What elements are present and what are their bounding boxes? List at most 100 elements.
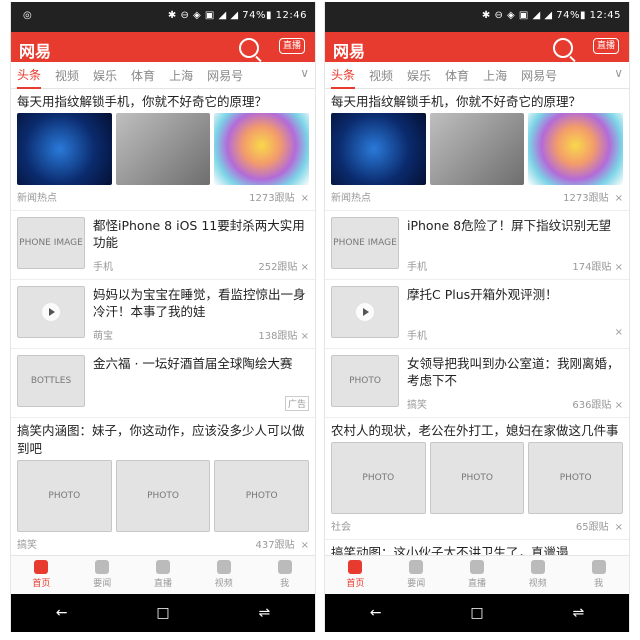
nav-label: 我 (280, 579, 290, 589)
tab-toutiao[interactable]: 头条 (17, 62, 42, 89)
status-left: ◎ (23, 10, 32, 21)
color-tree-image (214, 113, 310, 185)
channel-tabs: 头条 视频 娱乐 体育 上海 网易号 ∨ (325, 62, 629, 89)
tab-video[interactable]: 视频 (369, 63, 393, 88)
chevron-down-icon[interactable]: ∨ (300, 66, 309, 80)
article-meta: 新闻热点 1273跟贴 × (11, 185, 315, 211)
tab-entertainment[interactable]: 娱乐 (93, 63, 117, 88)
close-icon[interactable]: × (615, 327, 623, 342)
tab-wangyihao[interactable]: 网易号 (521, 63, 557, 88)
comment-count: 1273跟贴 (249, 193, 295, 204)
article-meta: 社会 65跟贴 × (325, 514, 629, 540)
list-item[interactable]: PHOTO 女领导把我叫到办公室道：我刚离婚，考虑下不 搞笑 636跟贴 × (325, 349, 629, 418)
article-source: 手机 (93, 262, 113, 273)
list-item[interactable]: PHONE IMAGE iPhone 8危险了！屏下指纹识别无望 手机 174跟… (325, 211, 629, 280)
app-header: 网易 直播 (325, 32, 629, 62)
phone-screen-left: ◎ ✱ ⊖ ◈ ▣ ◢ ◢ 74%▮ 12:46 网易 直播 头条 视频 娱乐 … (10, 2, 316, 632)
nav-me[interactable]: 我 (568, 556, 629, 594)
tab-wangyihao[interactable]: 网易号 (207, 63, 243, 88)
article-meta: 新闻热点 1273跟贴 × (325, 185, 629, 211)
article-title: 都怪iPhone 8 iOS 11要封杀两大实用功能 (93, 218, 305, 250)
list-item[interactable]: 妈妈以为宝宝在睡觉，看监控惊出一身冷汗！本事了我的娃 萌宝 138跟贴 × (11, 280, 315, 349)
phone-hand-image (115, 113, 211, 185)
close-icon[interactable]: × (297, 331, 309, 342)
article-source: 手机 (407, 262, 427, 273)
article-title[interactable]: 每天用指纹解锁手机，你就不好奇它的原理？ (11, 89, 315, 113)
comment-count: 65跟贴 (575, 522, 609, 533)
search-icon[interactable] (239, 38, 259, 58)
close-icon[interactable]: × (615, 522, 623, 533)
user-icon (277, 560, 292, 574)
color-tree-image (528, 113, 624, 185)
tab-entertainment[interactable]: 娱乐 (407, 63, 431, 88)
list-item-ad[interactable]: BOTTLES 金六福 · 一坛好酒首届全球陶绘大赛 广告 (11, 349, 315, 418)
list-item[interactable]: PHONE IMAGE 都怪iPhone 8 iOS 11要封杀两大实用功能 手… (11, 211, 315, 280)
article-title[interactable]: 每天用指纹解锁手机，你就不好奇它的原理？ (325, 89, 629, 113)
article-title: iPhone 8危险了！屏下指纹识别无望 (407, 218, 612, 233)
live-button[interactable]: 直播 (593, 38, 619, 54)
close-icon[interactable]: × (611, 400, 623, 411)
search-icon[interactable] (553, 38, 573, 58)
brand-logo: 网易 (19, 42, 52, 61)
image-row[interactable] (325, 113, 629, 185)
fingerprint-image (17, 113, 112, 185)
image-row[interactable]: PHOTO PHOTO PHOTO (325, 442, 629, 514)
recents-icon[interactable]: ⇌ (257, 606, 271, 620)
tab-sports[interactable]: 体育 (445, 63, 469, 88)
nav-news[interactable]: 要闻 (386, 556, 447, 594)
recents-icon[interactable]: ⇌ (571, 606, 585, 620)
nav-video[interactable]: 视频 (507, 556, 568, 594)
nav-label: 我 (594, 579, 604, 589)
play-icon (356, 303, 374, 321)
back-icon[interactable]: ← (369, 606, 383, 620)
phone-hand-image (429, 113, 525, 185)
article-title: 摩托C Plus开箱外观评测！ (407, 287, 558, 302)
close-icon[interactable]: × (297, 262, 309, 273)
tab-video[interactable]: 视频 (55, 63, 79, 88)
phone-screen-right: ✱ ⊖ ◈ ▣ ◢ ◢ 74%▮ 12:45 网易 直播 头条 视频 娱乐 体育… (324, 2, 630, 632)
woman-pose-image: PHOTO (17, 460, 112, 532)
tab-toutiao[interactable]: 头条 (331, 62, 356, 89)
close-icon[interactable]: × (611, 262, 623, 273)
nav-news[interactable]: 要闻 (72, 556, 133, 594)
article-title: 妈妈以为宝宝在睡觉，看监控惊出一身冷汗！本事了我的娃 (93, 287, 306, 319)
baby-video-image (17, 286, 85, 338)
nav-video[interactable]: 视频 (193, 556, 254, 594)
nav-home[interactable]: 首页 (325, 556, 386, 594)
article-title[interactable]: 搞笑内涵图：妹子，你这动作，应该没多少人可以做到吧 (11, 418, 315, 460)
image-row[interactable] (11, 113, 315, 185)
close-icon[interactable]: × (615, 193, 623, 204)
article-title: 金六福 · 一坛好酒首届全球陶绘大赛 (93, 356, 293, 371)
comment-count: 174跟贴 (572, 262, 612, 273)
article-title[interactable]: 农村人的现状，老公在外打工，媳妇在家做这几件事 (325, 418, 629, 442)
camera-icon (469, 560, 484, 574)
chevron-down-icon[interactable]: ∨ (614, 66, 623, 80)
nav-live[interactable]: 直播 (133, 556, 194, 594)
status-right: ✱ ⊖ ◈ ▣ ◢ ◢ 74%▮ 12:46 (167, 10, 307, 21)
close-icon[interactable]: × (301, 193, 309, 204)
cornfield-image: PHOTO (528, 442, 624, 514)
image-row[interactable]: PHOTO PHOTO PHOTO (11, 460, 315, 532)
article-source: 手机 (407, 331, 427, 342)
woman-pose-image: PHOTO (115, 460, 211, 532)
home-button-icon[interactable]: □ (156, 606, 170, 620)
nav-live[interactable]: 直播 (447, 556, 508, 594)
live-button[interactable]: 直播 (279, 38, 305, 54)
woman-office-image: PHOTO (331, 355, 399, 407)
tab-shanghai[interactable]: 上海 (169, 63, 193, 88)
back-icon[interactable]: ← (55, 606, 69, 620)
article-source: 新闻热点 (331, 193, 371, 204)
status-right: ✱ ⊖ ◈ ▣ ◢ ◢ 74%▮ 12:45 (481, 10, 621, 21)
article-source: 新闻热点 (17, 193, 57, 204)
tab-sports[interactable]: 体育 (131, 63, 155, 88)
article-title: 女领导把我叫到办公室道：我刚离婚，考虑下不 (407, 356, 620, 388)
home-button-icon[interactable]: □ (470, 606, 484, 620)
close-icon[interactable]: × (301, 540, 309, 551)
nav-label: 直播 (153, 579, 172, 589)
nav-home[interactable]: 首页 (11, 556, 72, 594)
nav-me[interactable]: 我 (254, 556, 315, 594)
tab-shanghai[interactable]: 上海 (483, 63, 507, 88)
list-item[interactable]: 摩托C Plus开箱外观评测！ 手机 × (325, 280, 629, 349)
fingerprint-image (331, 113, 426, 185)
bottom-nav: 首页 要闻 直播 视频 我 (325, 555, 629, 594)
